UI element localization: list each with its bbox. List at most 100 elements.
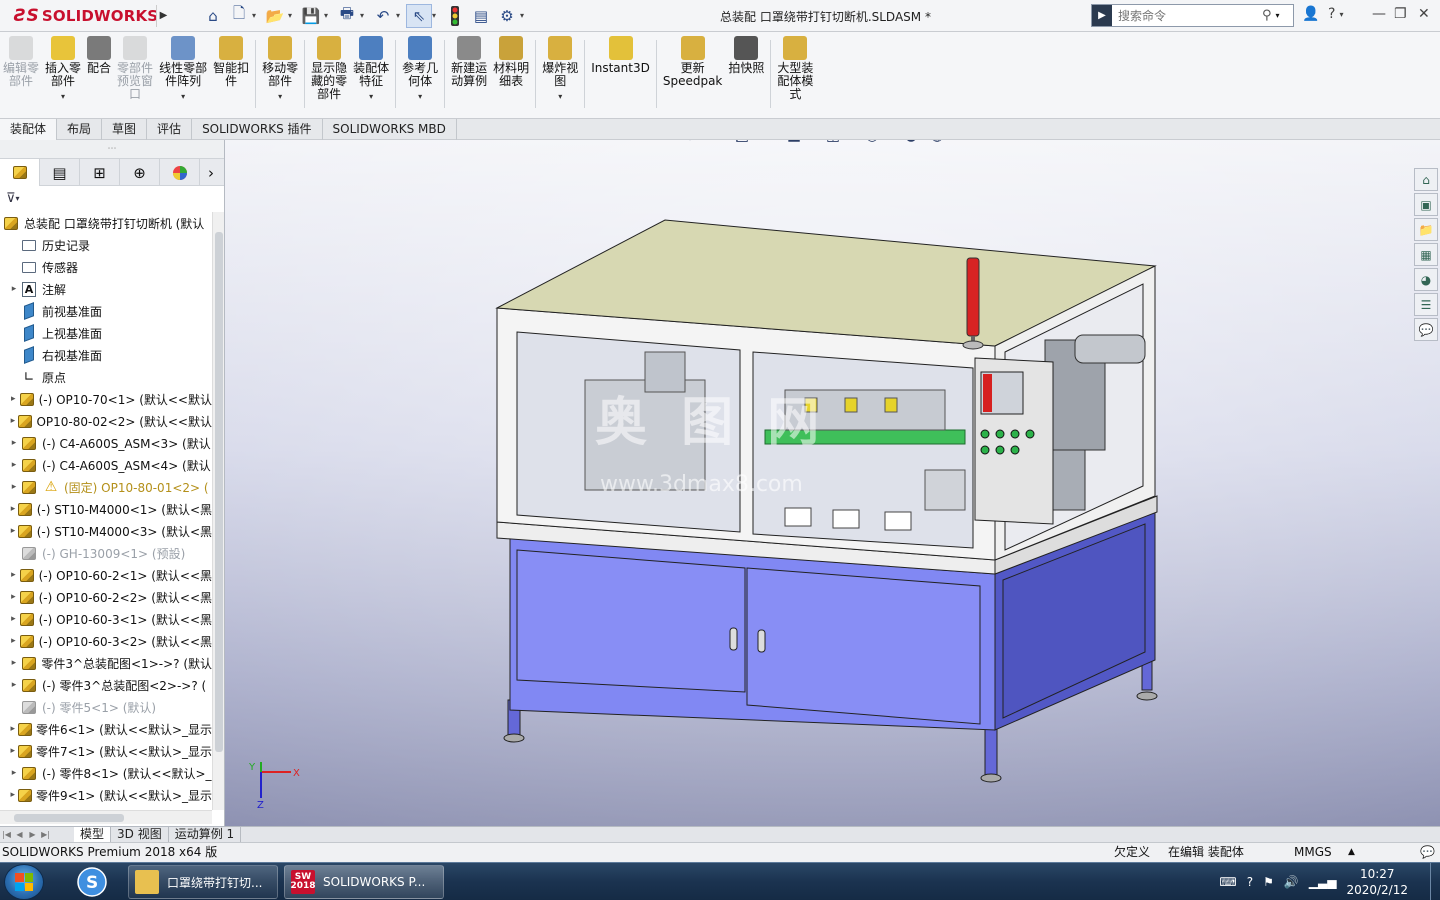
display-manager-tab-icon[interactable] xyxy=(160,159,200,186)
restore-icon[interactable]: ❐ xyxy=(1394,6,1407,22)
select-pointer-icon[interactable]: ⇖ xyxy=(406,3,432,28)
tree-item[interactable]: 右视基准面 xyxy=(0,344,212,366)
expand-arrow-icon[interactable]: ▸ xyxy=(8,614,19,624)
volume-icon[interactable]: 🔊 xyxy=(1284,875,1299,889)
expand-arrow-icon[interactable]: ▸ xyxy=(8,482,20,492)
view-orientation-icon[interactable]: ⬓ xyxy=(783,140,805,146)
move-component-button[interactable]: 移动零 部件 ▾ xyxy=(259,36,301,118)
hide-show-items-icon[interactable]: ◉ xyxy=(861,140,883,146)
clock[interactable]: 10:27 2020/2/12 xyxy=(1346,866,1408,898)
apply-scene-icon[interactable]: ◍ xyxy=(926,140,948,146)
new-motion-study-button[interactable]: 新建运 动算例 xyxy=(448,36,490,118)
panel-grip[interactable]: ⋯ xyxy=(0,140,224,158)
tabs-first-icon[interactable]: |◀ xyxy=(0,830,13,839)
tree-item[interactable]: ▸ (-) ST10-M4000<1> (默认<黑 xyxy=(0,498,212,520)
undo-icon[interactable]: ↶ xyxy=(370,4,396,28)
expand-arrow-icon[interactable]: ▸ xyxy=(8,438,20,448)
home-icon[interactable]: ⌂ xyxy=(200,4,226,28)
ribbon-dropdown-icon[interactable]: ▾ xyxy=(61,90,65,103)
tree-item[interactable]: ▸ 零件3^总装配图<1>->? (默认 xyxy=(0,652,212,674)
zoom-area-icon[interactable]: ⊕ xyxy=(679,140,701,146)
tab-model[interactable]: 模型 xyxy=(74,827,112,842)
tree-item[interactable]: 传感器 xyxy=(0,256,212,278)
insert-component-button[interactable]: 插入零 部件 ▾ xyxy=(42,36,84,118)
sogou-pinned-app-icon[interactable]: S xyxy=(68,865,116,899)
tree-item[interactable]: ▸ 零件7<1> (默认<<默认>_显示 xyxy=(0,740,212,762)
linear-pattern-button[interactable]: 线性零部 件阵列 ▾ xyxy=(156,36,210,118)
ribbon-dropdown-icon[interactable]: ▾ xyxy=(369,90,373,103)
tree-item[interactable]: ▸ (-) ST10-M4000<3> (默认<黑 xyxy=(0,520,212,542)
exploded-view-button[interactable]: 爆炸视 图 ▾ xyxy=(539,36,581,118)
help-icon[interactable]: ? ▾ xyxy=(1328,6,1343,22)
property-manager-tab-icon[interactable]: ▤ xyxy=(40,159,80,186)
open-icon[interactable]: 📂 xyxy=(262,4,288,28)
filter-icon[interactable]: ⊽ ▾ xyxy=(0,186,224,210)
instant3d-button[interactable]: Instant3D xyxy=(588,36,653,118)
view-settings-icon[interactable]: ▭ xyxy=(965,140,987,146)
section-view-icon[interactable]: ◩ xyxy=(731,140,753,146)
search-dropdown-icon[interactable]: ▾ xyxy=(1276,11,1280,20)
tree-item[interactable]: 总装配 口罩绕带打钉切断机 (默认 xyxy=(0,212,212,234)
expand-arrow-icon[interactable]: ▸ xyxy=(8,504,18,514)
dynamic-annotation-icon[interactable]: ✎ xyxy=(757,140,779,146)
new-document-icon[interactable]: 🗋 xyxy=(226,4,252,28)
expand-arrow-icon[interactable]: ▸ xyxy=(8,570,19,580)
expand-arrow-icon[interactable]: ▸ xyxy=(8,526,18,536)
tab-sketch[interactable]: 草图 xyxy=(102,119,148,140)
custom-properties-icon[interactable]: ☰ xyxy=(1414,293,1438,316)
snapshot-button[interactable]: 拍快照 xyxy=(725,36,767,118)
help-tray-icon[interactable]: ? xyxy=(1247,875,1253,889)
file-explorer-icon[interactable]: 📁 xyxy=(1414,218,1438,241)
graphics-area[interactable]: 奥 图 网 www.3dmax8.com X Y Z ⌕⊕↩◩✎⬓▾◫▾◉▾◕◍… xyxy=(225,140,1440,826)
ribbon-dropdown-icon[interactable]: ▾ xyxy=(278,90,282,103)
expand-arrow-icon[interactable]: ▸ xyxy=(8,636,19,646)
network-signal-icon[interactable]: ▁▃▅ xyxy=(1309,875,1337,889)
tabs-prev-icon[interactable]: ◀ xyxy=(13,830,26,839)
expand-arrow-icon[interactable]: ▸ xyxy=(8,460,20,470)
smart-fastener-button[interactable]: 智能扣 件 xyxy=(210,36,252,118)
component-preview-button[interactable]: 零部件 预览窗 口 xyxy=(114,36,156,118)
save-icon[interactable]: 💾 xyxy=(298,4,324,28)
tree-item[interactable]: ▸ (-) OP10-60-2<2> (默认<<黑 xyxy=(0,586,212,608)
tree-item[interactable]: 上视基准面 xyxy=(0,322,212,344)
solidworks-logo[interactable]: ƧS SOLIDWORKS xyxy=(0,0,158,32)
tree-item[interactable]: (-) 零件5<1> (默认) xyxy=(0,696,212,718)
keyboard-icon[interactable]: ⌨ xyxy=(1219,875,1236,889)
large-assembly-button[interactable]: 大型装 配体模 式 xyxy=(774,36,816,118)
user-icon[interactable]: 👤 xyxy=(1302,6,1319,22)
view-palette-icon[interactable]: ▦ xyxy=(1414,243,1438,266)
expand-arrow-icon[interactable]: ▸ xyxy=(8,746,18,756)
expand-arrow-icon[interactable]: ▸ xyxy=(8,724,18,734)
search-commands-box[interactable]: ▶ ⚲ ▾ xyxy=(1091,4,1294,27)
tree-item[interactable]: 历史记录 xyxy=(0,234,212,256)
bom-button[interactable]: 材料明 细表 xyxy=(490,36,532,118)
status-comment-icon[interactable]: 💬 xyxy=(1420,843,1435,862)
zoom-to-fit-icon[interactable]: ⌕ xyxy=(653,140,675,146)
tree-item[interactable]: ▸ (-) OP10-70<1> (默认<<默认 xyxy=(0,388,212,410)
flag-tray-icon[interactable]: ⚑ xyxy=(1263,875,1274,889)
tab-motion-study-1[interactable]: 运动算例 1 xyxy=(169,827,242,842)
expand-arrow-icon[interactable]: ▸ xyxy=(8,790,18,800)
reference-geometry-button[interactable]: 参考几 何体 ▾ xyxy=(399,36,441,118)
open-dropdown-icon[interactable]: ▾ xyxy=(288,11,298,20)
forum-icon[interactable]: 💬 xyxy=(1414,318,1438,341)
print-dropdown-icon[interactable]: ▾ xyxy=(360,11,370,20)
design-library-icon[interactable]: ▣ xyxy=(1414,193,1438,216)
configuration-manager-tab-icon[interactable]: ⊞ xyxy=(80,159,120,186)
tab-solidworks-addins[interactable]: SOLIDWORKS 插件 xyxy=(192,119,323,140)
show-hidden-button[interactable]: 显示隐 藏的零 部件 xyxy=(308,36,350,118)
rebuild-traffic-light-icon[interactable] xyxy=(442,4,468,28)
tree-item[interactable]: ▸ (-) 零件8<1> (默认<<默认>_ xyxy=(0,762,212,784)
start-button[interactable] xyxy=(4,864,44,900)
mate-button[interactable]: 配合 xyxy=(84,36,114,118)
speedpak-button[interactable]: 更新 Speedpak xyxy=(660,36,726,118)
expand-arrow-icon[interactable]: ▸ xyxy=(8,658,20,668)
expand-arrow-icon[interactable]: ▸ xyxy=(8,592,19,602)
undo-dropdown-icon[interactable]: ▾ xyxy=(396,11,406,20)
print-icon[interactable]: 🖶 xyxy=(334,4,360,28)
previous-view-icon[interactable]: ↩ xyxy=(705,140,727,146)
unit-system[interactable]: MMGS xyxy=(1294,843,1332,862)
edit-component-button[interactable]: 编辑零 部件 xyxy=(0,36,42,118)
search-icon[interactable]: ⚲ xyxy=(1262,8,1272,23)
search-commands-input[interactable] xyxy=(1112,8,1262,23)
